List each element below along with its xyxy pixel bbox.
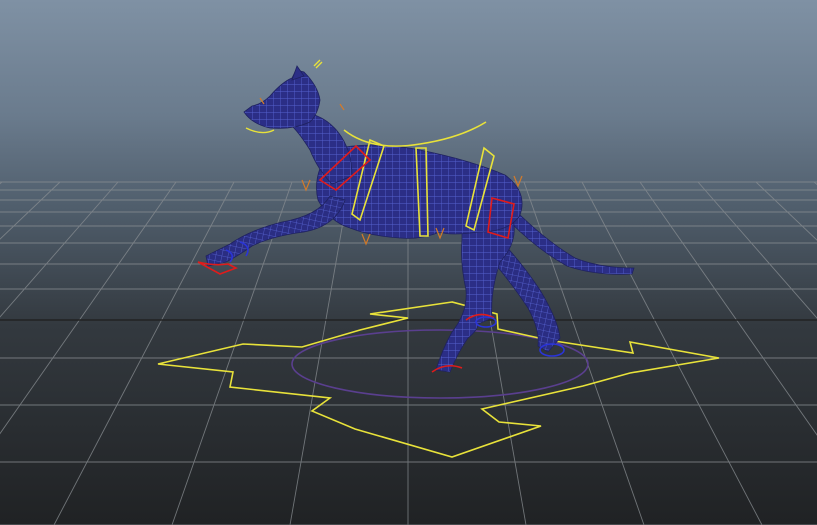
3d-perspective-viewport[interactable] (0, 0, 817, 525)
dog-front-leg[interactable] (205, 195, 346, 267)
shoulder-arc-control[interactable] (343, 121, 487, 147)
dog-tail[interactable] (509, 209, 635, 275)
ear-control[interactable] (313, 59, 323, 69)
viewport-canvas[interactable] (0, 0, 817, 525)
head-control[interactable] (245, 127, 275, 134)
dog-head[interactable] (243, 69, 321, 129)
